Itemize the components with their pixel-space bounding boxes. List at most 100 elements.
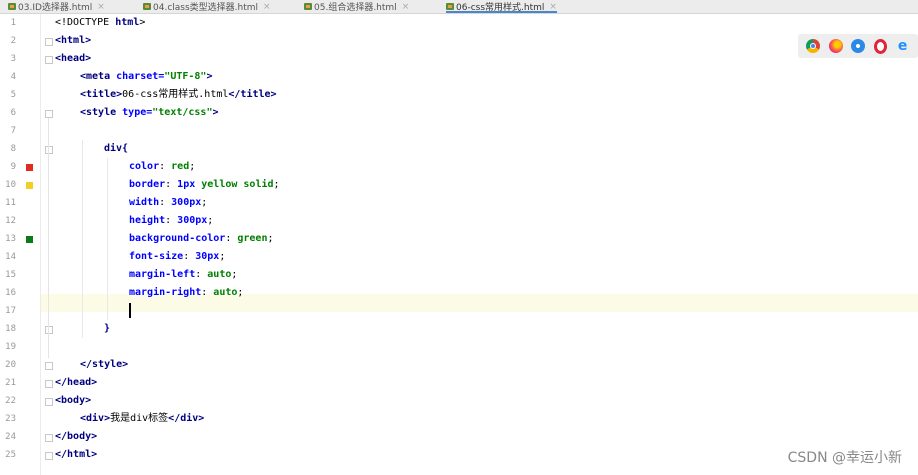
code-line-14: font-size: 30px; [129, 248, 225, 266]
tag-token: </head> [55, 377, 98, 388]
tag-token: <html> [55, 35, 92, 46]
fold-toggle-icon[interactable] [45, 56, 53, 64]
attribute-token: charset= [116, 71, 165, 82]
value-token: yellow solid [201, 179, 274, 190]
close-icon[interactable]: × [263, 2, 271, 12]
firefox-icon[interactable] [828, 39, 843, 53]
text-token: 06-css常用样式.html [122, 89, 229, 100]
code-line-6: <style type="text/css"> [80, 104, 219, 122]
code-line-21: </head> [55, 374, 97, 392]
code-line-4: <meta charset="UTF-8"> [80, 68, 212, 86]
html-file-icon [8, 3, 16, 10]
indent-guide [82, 140, 83, 338]
chrome-icon[interactable] [806, 39, 821, 53]
code-line-2: <html> [55, 32, 91, 50]
tag-token: <meta [80, 71, 117, 82]
tab-label: 06-css常用样式.html [456, 3, 545, 13]
code-line-22: <body> [55, 392, 91, 410]
code-line-20: </style> [80, 356, 128, 374]
tag-token: > [206, 71, 213, 82]
code-line-15: margin-left: auto; [129, 266, 237, 284]
string-token: "UTF-8" [164, 71, 207, 82]
value-token: red [171, 161, 190, 172]
colon-token: : [195, 269, 208, 280]
colon-token: : [201, 287, 214, 298]
tag-token: </div> [168, 413, 205, 424]
number-token: 1px [177, 179, 202, 190]
code-line-13: background-color: green; [129, 230, 274, 248]
ie-icon[interactable]: e [896, 39, 910, 53]
fold-toggle-icon[interactable] [45, 398, 53, 406]
code-line-5: <title>06-css常用样式.html</title> [80, 86, 277, 104]
tab-label: 05.组合选择器.html [314, 3, 397, 13]
close-icon[interactable]: × [402, 2, 410, 12]
semicolon-token: ; [237, 287, 244, 298]
editor-tab-bar: 03.ID选择器.html × 04.class类型选择器.html × 05.… [0, 0, 918, 14]
value-token: green [237, 233, 268, 244]
text-caret [129, 303, 131, 318]
tag-token: > [212, 107, 219, 118]
fold-toggle-icon[interactable] [45, 38, 53, 46]
close-icon[interactable]: × [549, 2, 557, 12]
property-token: margin-right [129, 287, 202, 298]
doctype-name-token: html [115, 17, 140, 28]
brace-token: } [104, 323, 111, 334]
tab-04-class-selector[interactable]: 04.class类型选择器.html × [143, 0, 271, 13]
watermark: CSDN @幸运小新 [787, 450, 902, 466]
close-icon[interactable]: × [97, 2, 105, 12]
tab-label: 04.class类型选择器.html [153, 3, 259, 13]
tag-token: <style [80, 107, 123, 118]
code-line-8: div{ [104, 140, 128, 158]
fold-toggle-icon[interactable] [45, 146, 53, 154]
safari-icon[interactable] [851, 39, 866, 53]
tag-token: </body> [55, 431, 98, 442]
tab-06-css-styles[interactable]: 06-css常用样式.html × [446, 0, 557, 13]
tab-03-id-selector[interactable]: 03.ID选择器.html × [8, 0, 105, 13]
tab-label: 03.ID选择器.html [18, 3, 93, 13]
doctype-token: <!DOCTYPE [55, 17, 116, 28]
string-token: "text/css" [152, 107, 213, 118]
property-token: width [129, 197, 160, 208]
code-editor[interactable]: <!DOCTYPE html> <html> <head> <meta char… [0, 14, 918, 475]
semicolon-token: ; [231, 269, 238, 280]
colon-token: : [159, 161, 172, 172]
text-token: 我是div标签 [110, 413, 169, 424]
tag-token: </style> [80, 359, 129, 370]
colon-token: : [165, 179, 178, 190]
html-file-icon [446, 3, 454, 10]
tag-token: <div> [80, 413, 111, 424]
bracket-token: > [139, 17, 146, 28]
fold-toggle-icon[interactable] [45, 434, 53, 442]
code-line-11: width: 300px; [129, 194, 207, 212]
fold-toggle-icon[interactable] [45, 362, 53, 370]
property-token: margin-left [129, 269, 196, 280]
code-line-24: </body> [55, 428, 97, 446]
colon-token: : [225, 233, 238, 244]
value-token: auto [213, 287, 238, 298]
fold-toggle-icon[interactable] [45, 380, 53, 388]
number-token: 30px [195, 251, 220, 262]
colon-token: : [165, 215, 178, 226]
code-line-25: </html> [55, 446, 97, 464]
fold-toggle-icon[interactable] [45, 110, 53, 118]
code-line-9: color: red; [129, 158, 195, 176]
tab-05-combined-selector[interactable]: 05.组合选择器.html × [304, 0, 409, 13]
fold-guide [48, 118, 49, 358]
opera-icon[interactable] [874, 38, 888, 54]
semicolon-token: ; [207, 215, 214, 226]
attribute-token: type= [122, 107, 153, 118]
fold-toggle-icon[interactable] [45, 452, 53, 460]
html-file-icon [143, 3, 151, 10]
semicolon-token: ; [273, 179, 280, 190]
code-line-1: <!DOCTYPE html> [55, 14, 145, 32]
code-line-18: } [104, 320, 110, 338]
fold-toggle-icon[interactable] [45, 326, 53, 334]
code-line-16: margin-right: auto; [129, 284, 243, 302]
tag-token: <title> [80, 89, 123, 100]
property-token: height [129, 215, 166, 226]
semicolon-token: ; [267, 233, 274, 244]
code-line-10: border: 1px yellow solid; [129, 176, 280, 194]
semicolon-token: ; [219, 251, 226, 262]
code-line-12: height: 300px; [129, 212, 213, 230]
property-token: background-color [129, 233, 226, 244]
